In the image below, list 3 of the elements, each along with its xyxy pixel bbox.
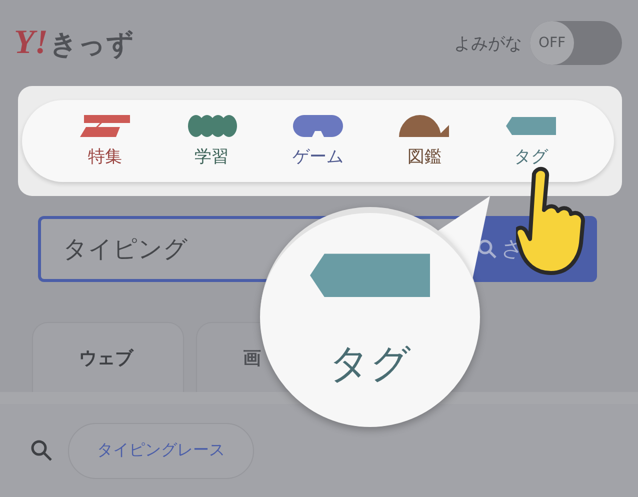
furigana-label: よみがな: [454, 32, 522, 54]
magnified-label: タグ: [329, 340, 411, 389]
toggle-knob: OFF: [530, 21, 574, 65]
